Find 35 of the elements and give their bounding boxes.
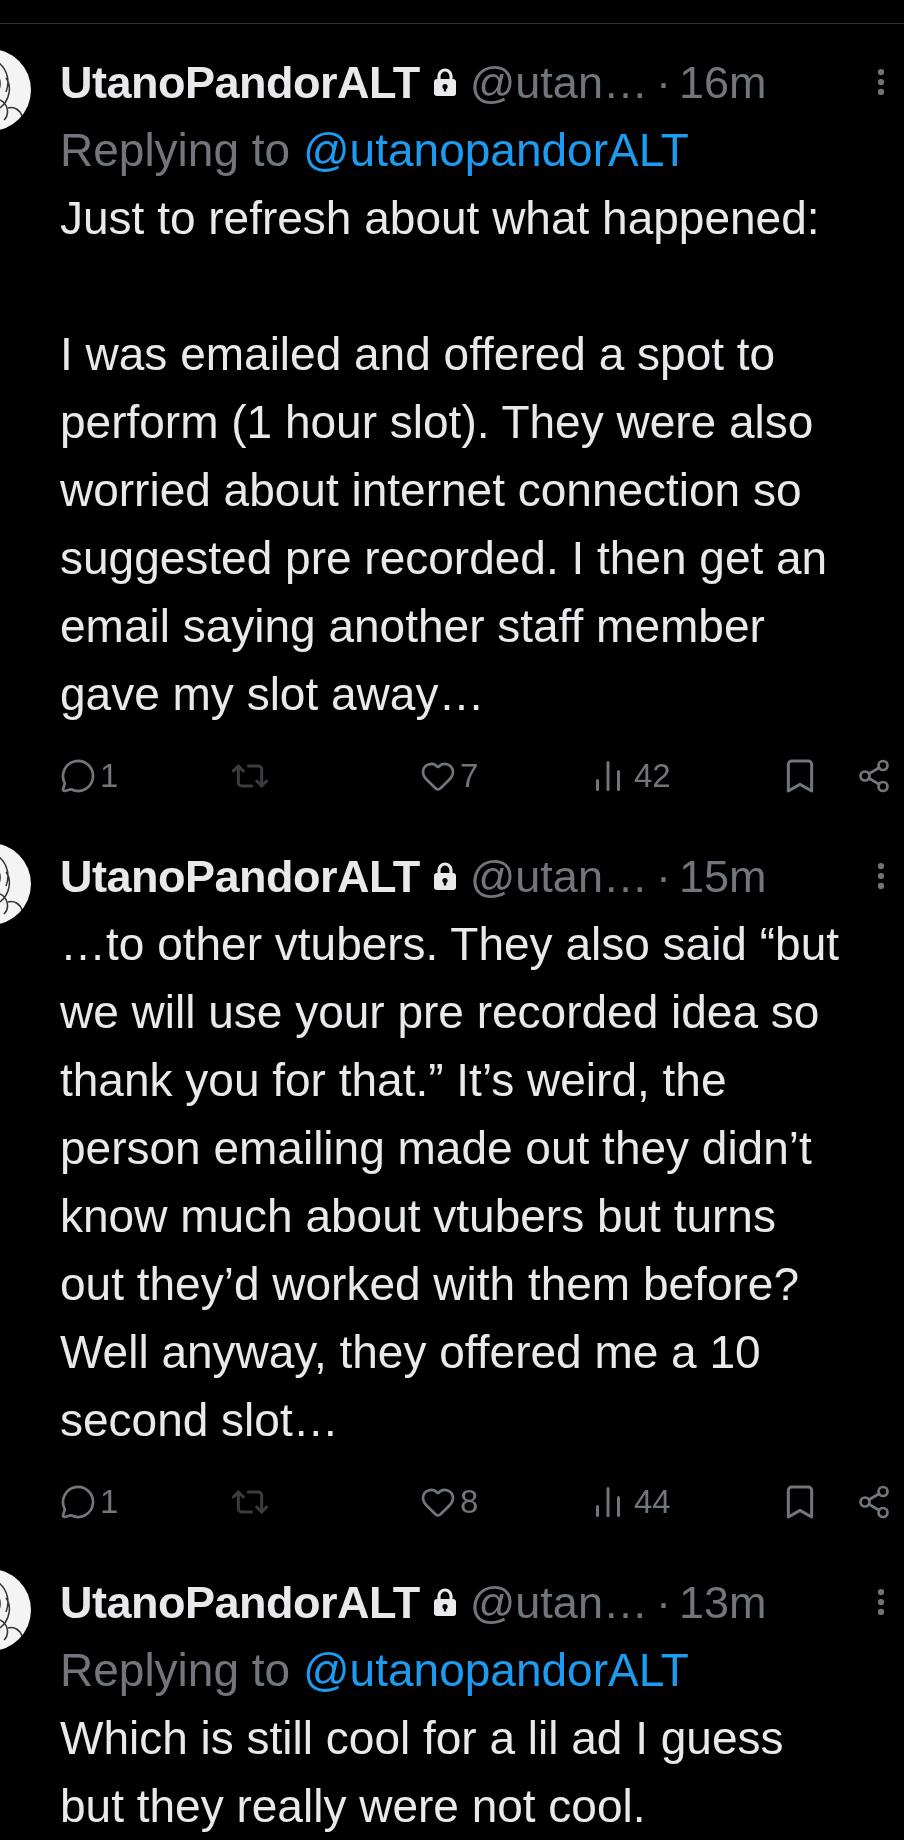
tweet-text: …to other vtubers. They also said “but we will use your pre recorded idea so thank you for that.” It’s weird, the person emailing made out they didn’t know much about vtubers but turns out they’d worked with them before? Well anyway, they offered me a 10 second slot… [60, 917, 840, 1448]
lock-icon [431, 67, 458, 97]
user-handle: @utan… [469, 853, 648, 899]
views-button[interactable]: 42 [590, 751, 780, 801]
lock-icon [431, 1587, 458, 1617]
mention-link[interactable]: @utanopandorALT [302, 1644, 689, 1696]
share-icon [856, 1484, 892, 1520]
post-time: 15m [678, 853, 767, 899]
separator-dot: · [655, 853, 671, 899]
share-button[interactable] [856, 1484, 892, 1520]
post-time: 16m [678, 59, 767, 105]
share-icon [856, 758, 892, 794]
user-handle: @utan… [469, 59, 648, 105]
reply-icon [60, 758, 96, 794]
post-time: 13m [678, 1579, 767, 1625]
mention-link[interactable]: @utanopandorALT [302, 124, 689, 176]
user-handle: @utan… [469, 1579, 648, 1625]
replying-to-text: Replying to @utanopandorALT [60, 123, 690, 178]
display-name[interactable]: UtanoPandorALT [60, 1579, 420, 1625]
lock-icon [431, 861, 458, 891]
share-button[interactable] [856, 758, 892, 794]
reply-button[interactable]: 1 [60, 1477, 230, 1527]
separator-dot: · [655, 59, 671, 105]
reply-button[interactable]: 1 [60, 751, 230, 801]
replying-to-text: Replying to @utanopandorALT [60, 1643, 690, 1698]
display-name[interactable]: UtanoPandorALT [60, 59, 420, 105]
tweet-text: Which is still cool for a lil ad I guess but they really were not cool. [60, 1711, 785, 1834]
tweet-text: I was emailed and offered a spot to perform (1 hour slot). They were also worried about internet connection so suggested pre recorded. I then get an email saying another staff member gave my slot away… [60, 327, 829, 722]
tweet-text: Just to refresh about what happened: [60, 191, 821, 246]
display-name[interactable]: UtanoPandorALT [60, 853, 420, 899]
views-button[interactable]: 44 [590, 1477, 780, 1527]
like-button[interactable]: 7 [420, 751, 590, 801]
reply-icon [60, 1484, 96, 1520]
separator-dot: · [655, 1579, 671, 1625]
like-button[interactable]: 8 [420, 1477, 590, 1527]
